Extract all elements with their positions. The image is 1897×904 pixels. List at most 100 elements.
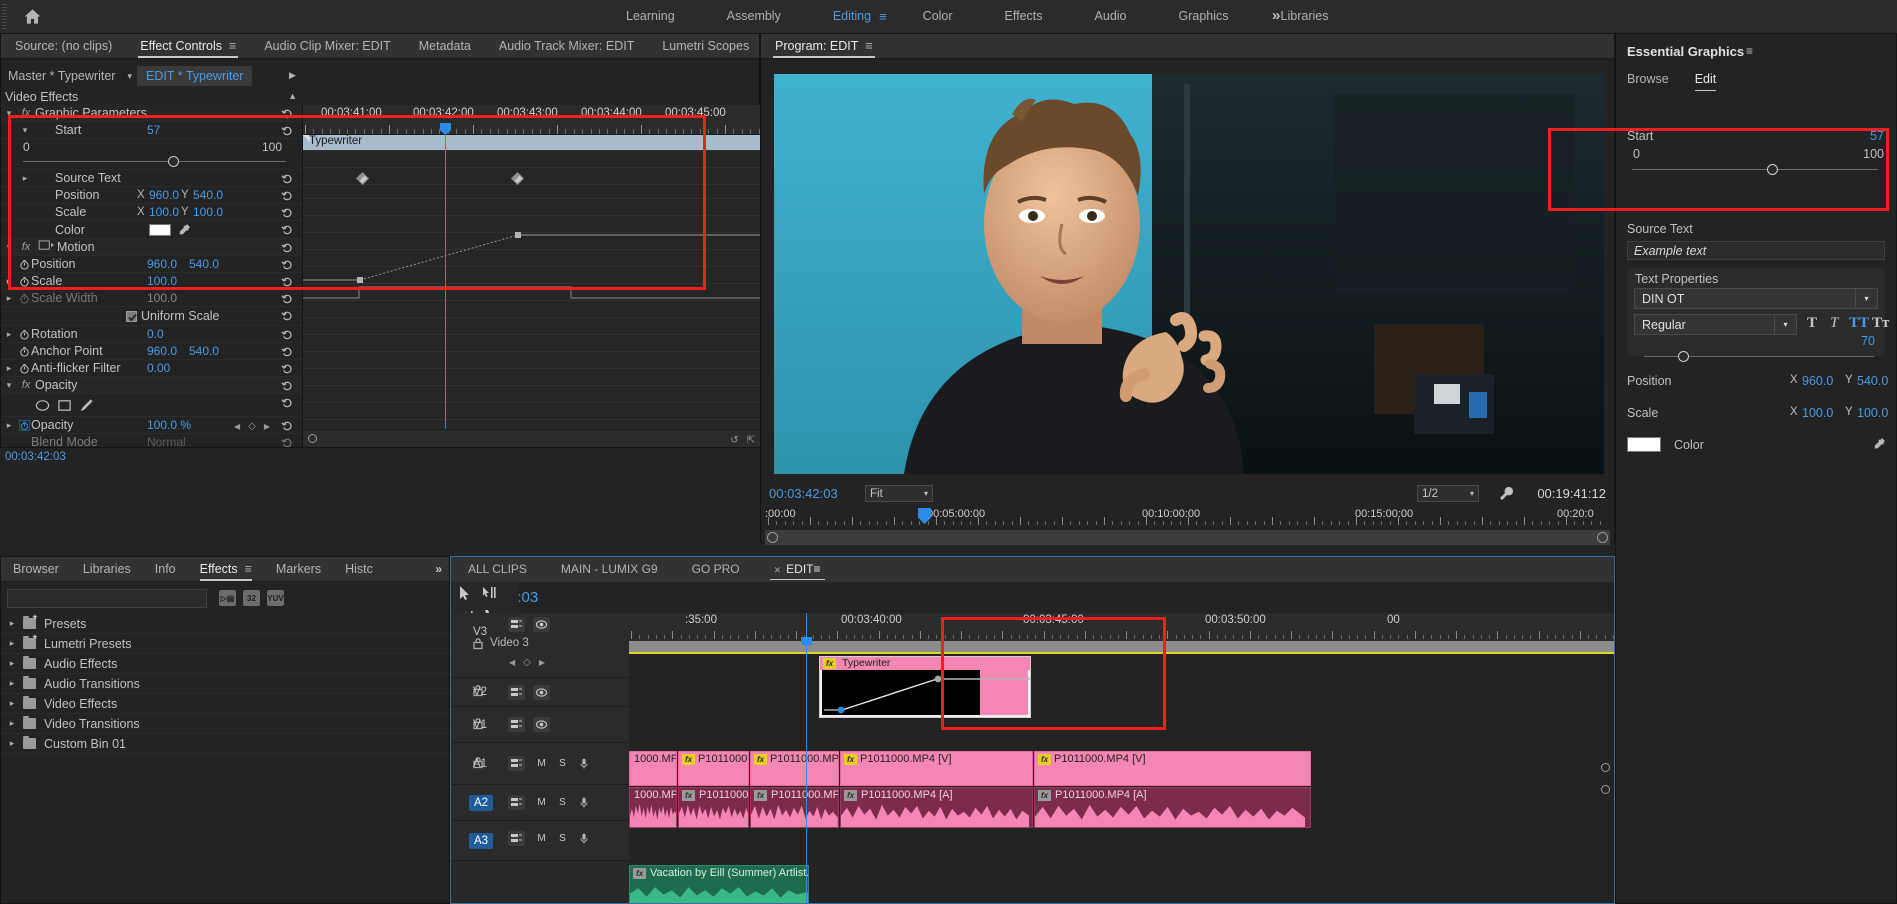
font-style-select[interactable]: Regular ▾ [1634,314,1797,335]
stopwatch-active-icon[interactable] [17,419,31,431]
start-slider-track[interactable] [1632,169,1878,170]
clip-a3-music[interactable]: fx Vacation by Eill (Summer) Artlist.wav [629,865,809,903]
scale-y-value[interactable]: 100.0 [1857,406,1888,420]
param-blend-mode[interactable]: Blend Mode Normal [1,434,302,447]
list-item[interactable]: ▸ Custom Bin 01 [1,734,449,754]
collapse-icon[interactable]: ▲ [288,91,297,101]
effect-group-motion[interactable]: ▾ fx Motion [1,239,302,256]
small-caps-button[interactable]: Tᴛ [1872,315,1889,332]
tab-main-lumix-g9[interactable]: MAIN - LUMIX G9 [544,557,675,582]
reset-icon[interactable] [281,223,294,236]
tab-source[interactable]: Source: (no clips) [1,34,126,59]
tab-browse[interactable]: Browse [1627,72,1669,91]
position-y-value[interactable]: 540.0 [1857,374,1888,388]
param-value-1[interactable]: 960.0 [147,257,177,271]
toggle-track-output-button[interactable] [533,617,550,632]
tab-info[interactable]: Info [143,557,188,582]
accelerated-effect-icon[interactable]: ▷▤ [219,590,236,606]
param-value-1[interactable]: 100.0 % [147,418,191,432]
track-header-v2[interactable]: V2 [451,678,629,707]
playback-resolution-select[interactable]: 1/2 ▾ [1417,485,1479,502]
reset-icon[interactable] [281,436,294,447]
param-value-x[interactable]: 100.0 [149,205,179,219]
mute-track-button[interactable]: M [533,831,550,846]
clip-a1-2[interactable]: fx P1011000. [678,787,749,828]
list-item[interactable]: ▸ Video Transitions [1,714,449,734]
voice-over-record-button[interactable] [575,831,592,846]
track-select-forward-tool[interactable] [479,582,500,603]
tab-effect-controls[interactable]: Effect Controls ≡ [126,34,250,59]
program-scrollbar[interactable] [765,530,1610,545]
solo-track-button[interactable]: S [554,756,571,771]
panel-menu-icon[interactable]: ≡ [814,562,821,576]
scroll-left-knob[interactable] [308,434,317,443]
faux-bold-button[interactable]: T [1807,315,1817,332]
clip-v1-4[interactable]: fx P1011000.MP4 [V] [840,751,1033,786]
solo-track-button[interactable]: S [554,795,571,810]
reset-icon[interactable] [281,345,294,358]
param-value[interactable]: 57 [147,123,160,137]
clip-typewriter-graphic[interactable]: fx Typewriter [819,656,1031,718]
scroll-right-knob[interactable] [1597,532,1608,543]
reset-icon[interactable] [281,309,294,322]
param-value-1[interactable]: 0.00 [147,361,170,375]
reset-icon[interactable] [281,292,294,305]
program-video-preview[interactable] [774,74,1604,474]
eyedropper-icon[interactable] [1872,437,1886,451]
track-header-a2[interactable]: A2 M S [451,785,629,821]
stopwatch-icon[interactable] [17,328,31,340]
workspace-tab-learning[interactable]: Learning [600,0,701,33]
next-keyframe-icon[interactable]: ▶ [264,422,270,431]
rectangle-mask-icon[interactable] [57,398,72,416]
settings-wrench-icon[interactable] [1499,486,1514,504]
stopwatch-icon[interactable] [17,345,31,357]
track-header-a3[interactable]: A3 M S [451,821,629,861]
workspace-tab-graphics[interactable]: Graphics [1153,0,1255,33]
chevron-down-icon[interactable]: ▾ [122,71,137,82]
stopwatch-icon[interactable] [17,258,31,270]
param-value-1[interactable]: 960.0 [147,344,177,358]
param-start[interactable]: ▾ Start 57 [1,122,302,139]
clip-a1-4[interactable]: fx P1011000.MP4 [A] [840,787,1033,828]
list-item[interactable]: ▸ Audio Transitions [1,674,449,694]
mute-track-button[interactable]: M [533,756,550,771]
tab-all-clips[interactable]: ALL CLIPS [451,557,544,582]
font-size-value[interactable]: 70 [1861,334,1875,348]
slider-track[interactable] [23,161,286,162]
tabs-overflow-icon[interactable]: » [435,562,442,576]
clip-a1-5[interactable]: fx P1011000.MP4 [A] [1034,787,1311,828]
add-keyframe-icon[interactable]: ◇ [248,421,256,432]
twirl-down-icon[interactable]: ▾ [1,242,17,253]
workspace-tab-libraries[interactable]: Libraries [1255,0,1355,33]
clip-a1-1[interactable]: 1000.MP4 [A] [629,787,677,828]
home-icon[interactable] [10,0,55,33]
tab-audio-track-mixer[interactable]: Audio Track Mixer: EDIT [485,34,648,59]
twirl-right-icon[interactable]: ▸ [1,420,17,431]
twirl-right-icon[interactable]: ▸ [1,718,23,729]
param-rotation[interactable]: ▸ Rotation 0.0 [1,326,302,343]
program-ruler[interactable]: :00:00 00:05:00:00 00:10:00:00 00:15:00:… [765,508,1610,528]
param-value-2[interactable]: 540.0 [189,257,219,271]
lock-icon[interactable] [473,638,483,653]
param-color[interactable]: Color [1,221,302,239]
prev-keyframe-icon[interactable]: ◀ [509,658,515,667]
twirl-right-icon[interactable]: ▸ [1,738,23,749]
param-value-y[interactable]: 540.0 [193,188,223,202]
stopwatch-icon[interactable] [17,275,31,287]
twirl-right-icon[interactable]: ▸ [1,329,17,340]
twirl-right-icon[interactable]: ▸ [17,173,33,184]
param-motion-position[interactable]: Position 960.0 540.0 [1,256,302,273]
reset-icon[interactable] [281,379,294,392]
list-item[interactable]: ▸ Presets [1,613,449,634]
color-swatch[interactable] [149,224,171,236]
tab-edit[interactable]: Edit [1694,72,1716,91]
zoom-level-select[interactable]: Fit ▾ [865,485,933,502]
keyframe-graph-area[interactable] [303,150,761,437]
clip-duration-bar[interactable]: Typewriter [303,135,761,150]
source-text-input[interactable]: Example text [1627,241,1885,260]
font-size-slider-knob[interactable] [1677,351,1689,362]
list-item[interactable]: ▸ Video Effects [1,694,449,714]
toggle-sync-lock-button[interactable] [508,795,525,810]
param-value-1[interactable]: 100.0 [147,274,177,288]
reset-icon[interactable] [281,107,294,120]
